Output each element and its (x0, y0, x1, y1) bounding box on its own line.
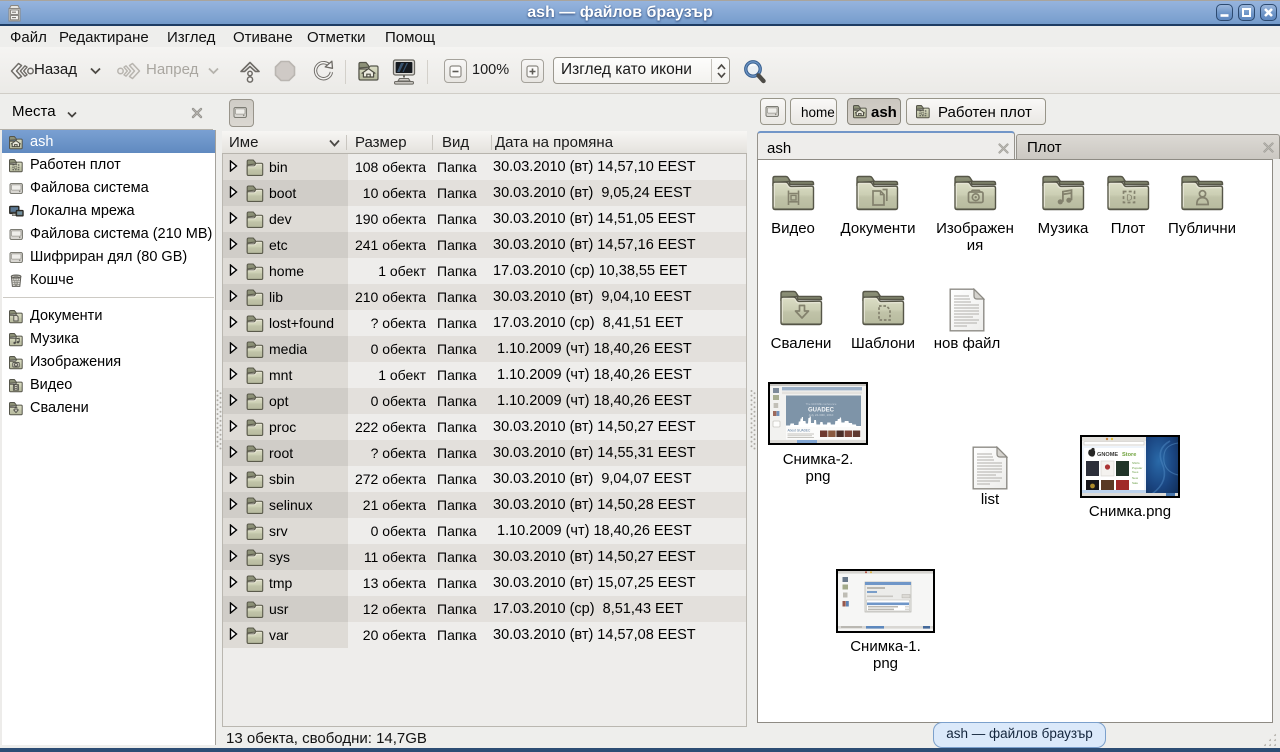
svg-text:The GNOME conference: The GNOME conference (806, 402, 837, 406)
svg-text:GNOME: GNOME (1097, 452, 1118, 458)
svg-text:About GUADEC: About GUADEC (788, 429, 812, 433)
svg-text:Sale: Sale (1132, 481, 1138, 485)
svg-text:Tees: Tees (1132, 470, 1139, 474)
svg-text:New: New (1132, 476, 1139, 480)
svg-text:July 24-30th, 2010: July 24-30th, 2010 (809, 413, 834, 417)
svg-text:Store: Store (1122, 452, 1136, 458)
svg-text:Shirts: Shirts (1132, 461, 1140, 465)
